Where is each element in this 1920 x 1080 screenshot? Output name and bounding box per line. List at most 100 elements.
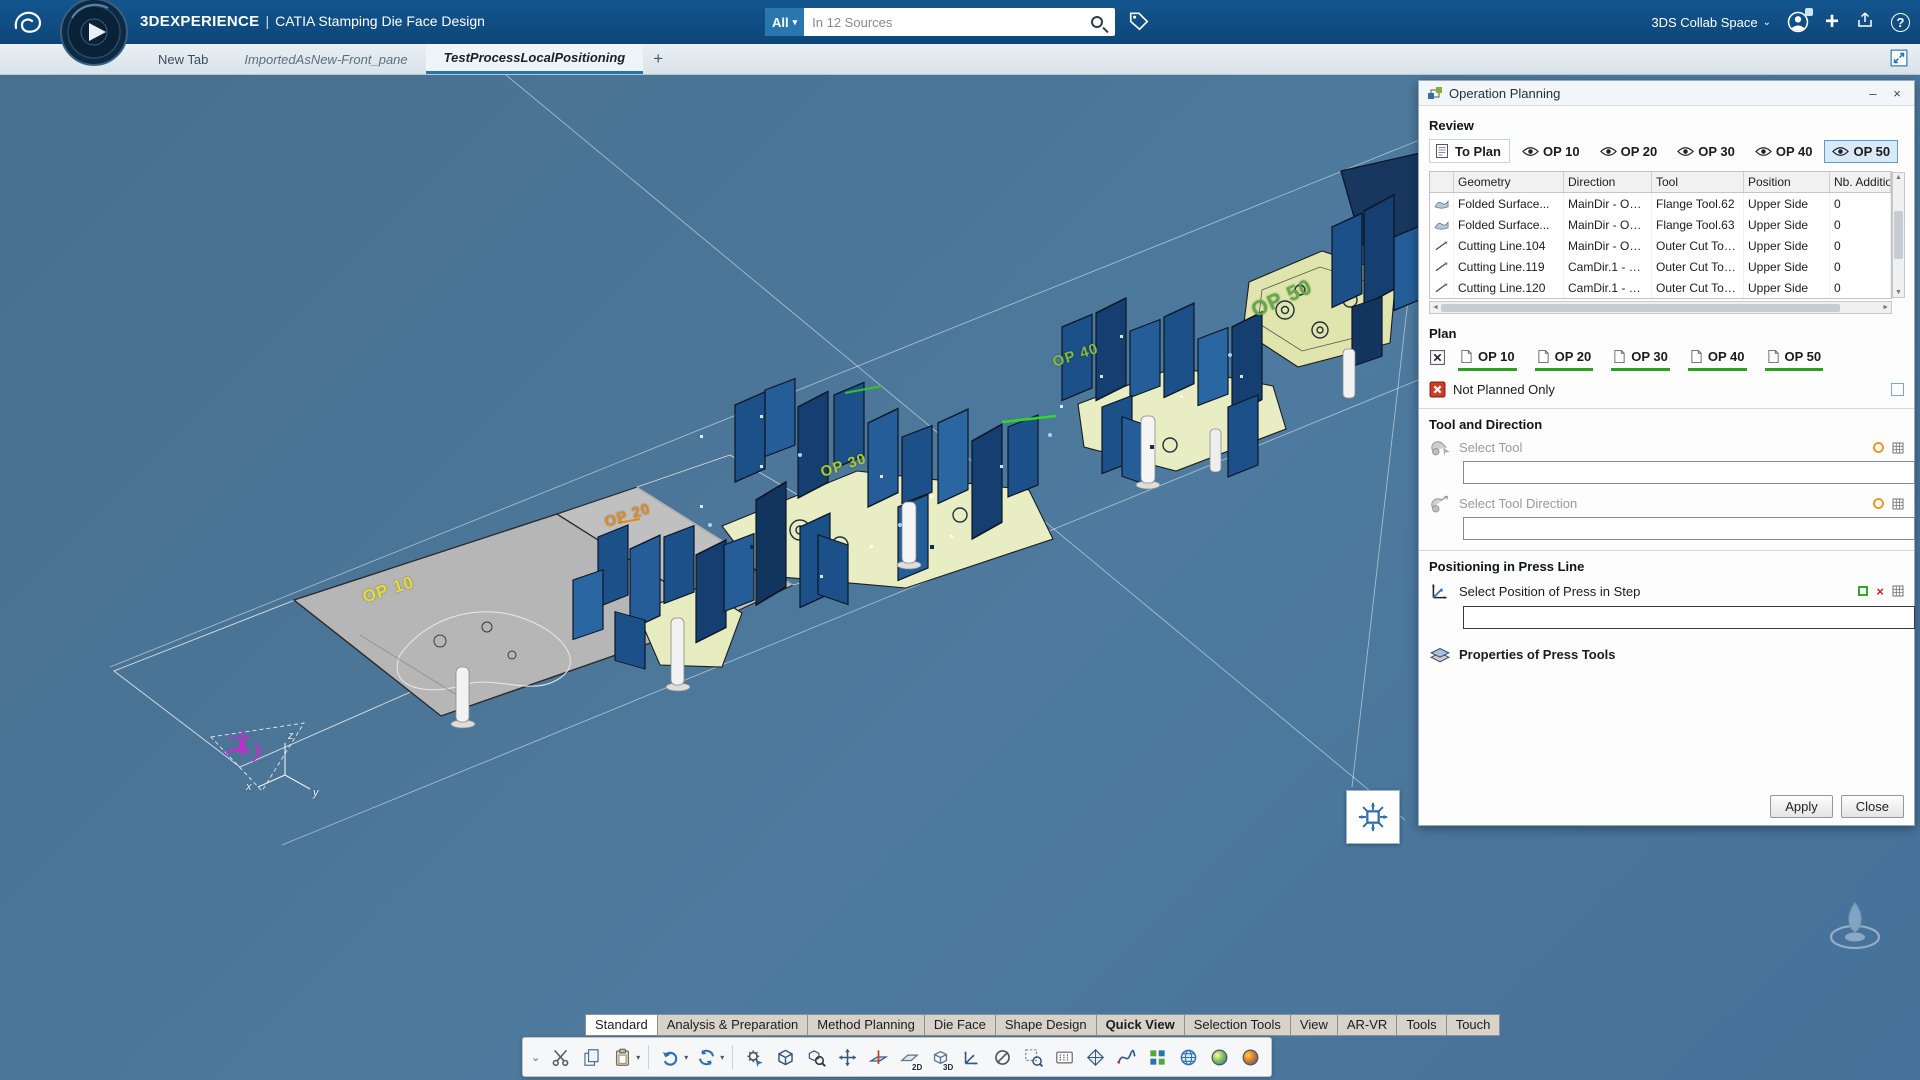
gear-pointer-icon[interactable]: [741, 1043, 767, 1071]
material-sphere-icon[interactable]: [1237, 1043, 1263, 1071]
apply-button[interactable]: Apply: [1770, 795, 1833, 818]
not-planned-only-checkbox[interactable]: [1891, 383, 1904, 396]
table-horizontal-scrollbar[interactable]: ◄ ►: [1429, 301, 1892, 314]
update-dropdown-caret-icon[interactable]: ▾: [720, 1053, 724, 1062]
select-tool-label: Select Tool: [1459, 440, 1865, 455]
panel-title-bar[interactable]: Operation Planning – ×: [1419, 81, 1914, 106]
collapse-toolbar-icon[interactable]: ⌄: [531, 1051, 540, 1064]
to-plan-button[interactable]: To Plan: [1429, 139, 1510, 163]
tab-quick-view[interactable]: Quick View: [1097, 1014, 1185, 1036]
section-view-icon[interactable]: [865, 1043, 891, 1071]
clear-selection-icon[interactable]: ×: [1876, 584, 1884, 599]
plan-op-label: OP 30: [1631, 349, 1668, 364]
tab-imported-front-panel[interactable]: ImportedAsNew-Front_pane: [226, 44, 425, 74]
plan-op-20[interactable]: OP 20: [1529, 347, 1600, 371]
cut-icon[interactable]: [547, 1043, 573, 1071]
review-op-20[interactable]: OP 20: [1592, 140, 1666, 163]
tab-analysis-preparation[interactable]: Analysis & Preparation: [658, 1014, 809, 1036]
tab-die-face[interactable]: Die Face: [925, 1014, 996, 1036]
fullscreen-icon[interactable]: [1890, 49, 1908, 72]
select-tool-direction-input[interactable]: [1463, 517, 1915, 540]
scrollbar-thumb[interactable]: [1441, 304, 1840, 312]
scroll-left-icon[interactable]: ◄: [1432, 304, 1439, 311]
planned-indicator: [1765, 368, 1824, 371]
cell-direction: MainDir - OP 50: [1564, 235, 1652, 256]
hide-show-icon[interactable]: [989, 1043, 1015, 1071]
minimize-icon[interactable]: –: [1864, 86, 1882, 101]
update-icon[interactable]: [693, 1043, 719, 1071]
paste-icon[interactable]: [609, 1043, 635, 1071]
list-picker-icon[interactable]: [1892, 442, 1904, 454]
tab-view[interactable]: View: [1291, 1014, 1338, 1036]
tab-method-planning[interactable]: Method Planning: [808, 1014, 925, 1036]
tab-ar-vr[interactable]: AR-VR: [1338, 1014, 1397, 1036]
column-header-tool[interactable]: Tool: [1652, 172, 1744, 193]
undo-icon[interactable]: [657, 1043, 683, 1071]
select-tool-input[interactable]: [1463, 461, 1915, 484]
list-picker-icon[interactable]: [1892, 498, 1904, 510]
search-filter-dropdown[interactable]: All ▾: [765, 8, 804, 36]
plan-op-50[interactable]: OP 50: [1759, 347, 1830, 371]
ambient-compass-icon[interactable]: [1824, 897, 1886, 964]
scroll-down-icon[interactable]: ▼: [1895, 289, 1902, 296]
pan-icon[interactable]: [834, 1043, 860, 1071]
share-icon[interactable]: [1855, 10, 1875, 35]
list-picker-icon[interactable]: [1892, 585, 1904, 597]
plan-op-30[interactable]: OP 30: [1605, 347, 1676, 371]
diamond-view-icon[interactable]: [1082, 1043, 1108, 1071]
add-content-icon[interactable]: +: [1825, 12, 1839, 32]
tab-shape-design[interactable]: Shape Design: [996, 1014, 1097, 1036]
plan-op-10[interactable]: OP 10: [1452, 347, 1523, 371]
view-compass-widget[interactable]: [1346, 790, 1400, 844]
scrollbar-thumb[interactable]: [1894, 211, 1903, 259]
close-button[interactable]: Close: [1841, 795, 1904, 818]
tab-touch[interactable]: Touch: [1447, 1014, 1501, 1036]
tab-standard[interactable]: Standard: [585, 1014, 658, 1036]
plan-op-label: OP 50: [1785, 349, 1822, 364]
globe-icon[interactable]: [1175, 1043, 1201, 1071]
review-op-30[interactable]: OP 30: [1669, 140, 1743, 163]
view-2d-icon[interactable]: 2D: [896, 1043, 922, 1071]
tab-test-process-local-positioning[interactable]: TestProcessLocalPositioning: [426, 44, 644, 74]
column-header-geometry[interactable]: Geometry: [1454, 172, 1564, 193]
column-header-direction[interactable]: Direction: [1564, 172, 1652, 193]
tab-tools[interactable]: Tools: [1397, 1014, 1446, 1036]
keypad-icon[interactable]: [1051, 1043, 1077, 1071]
scroll-right-icon[interactable]: ►: [1882, 304, 1889, 311]
collab-space-selector[interactable]: 3DS Collab Space ⌄: [1651, 15, 1771, 30]
axis-system-icon[interactable]: [958, 1043, 984, 1071]
plan-op-40[interactable]: OP 40: [1682, 347, 1753, 371]
sketch-curve-icon[interactable]: [1113, 1043, 1139, 1071]
unplan-box-icon[interactable]: [1429, 349, 1446, 369]
color-tiles-icon[interactable]: [1144, 1043, 1170, 1071]
search-input[interactable]: [804, 15, 1091, 30]
view-3d-icon[interactable]: 3D: [927, 1043, 953, 1071]
fit-all-icon[interactable]: [772, 1043, 798, 1071]
scroll-up-icon[interactable]: ▲: [1895, 174, 1902, 181]
add-tab-button[interactable]: +: [643, 49, 673, 69]
undo-dropdown-caret-icon[interactable]: ▾: [684, 1053, 688, 1062]
copy-icon[interactable]: [578, 1043, 604, 1071]
column-header-icon[interactable]: [1430, 172, 1454, 193]
select-position-input[interactable]: [1463, 606, 1915, 629]
column-header-position[interactable]: Position: [1744, 172, 1830, 193]
compass-menu-icon[interactable]: [60, 0, 128, 71]
user-avatar[interactable]: [1787, 11, 1809, 33]
tab-new-tab[interactable]: New Tab: [140, 44, 226, 74]
table-vertical-scrollbar[interactable]: ▲ ▼: [1892, 172, 1905, 298]
properties-press-tools-row[interactable]: Properties of Press Tools: [1429, 645, 1904, 663]
help-icon[interactable]: ?: [1891, 13, 1910, 32]
close-icon[interactable]: ×: [1888, 86, 1906, 101]
review-op-40[interactable]: OP 40: [1747, 140, 1821, 163]
zoom-icon[interactable]: [803, 1043, 829, 1071]
review-op-50[interactable]: OP 50: [1824, 140, 1898, 163]
search-icon[interactable]: [1091, 16, 1103, 28]
isolate-box-icon[interactable]: [1020, 1043, 1046, 1071]
paste-dropdown-caret-icon[interactable]: ▾: [636, 1053, 640, 1062]
review-op-10[interactable]: OP 10: [1514, 140, 1588, 163]
render-style-sphere-icon[interactable]: [1206, 1043, 1232, 1071]
column-header-nb-additional[interactable]: Nb. Additional..: [1830, 172, 1891, 193]
tab-selection-tools[interactable]: Selection Tools: [1185, 1014, 1291, 1036]
review-op-label: OP 40: [1776, 144, 1813, 159]
tag-icon[interactable]: [1128, 10, 1150, 37]
